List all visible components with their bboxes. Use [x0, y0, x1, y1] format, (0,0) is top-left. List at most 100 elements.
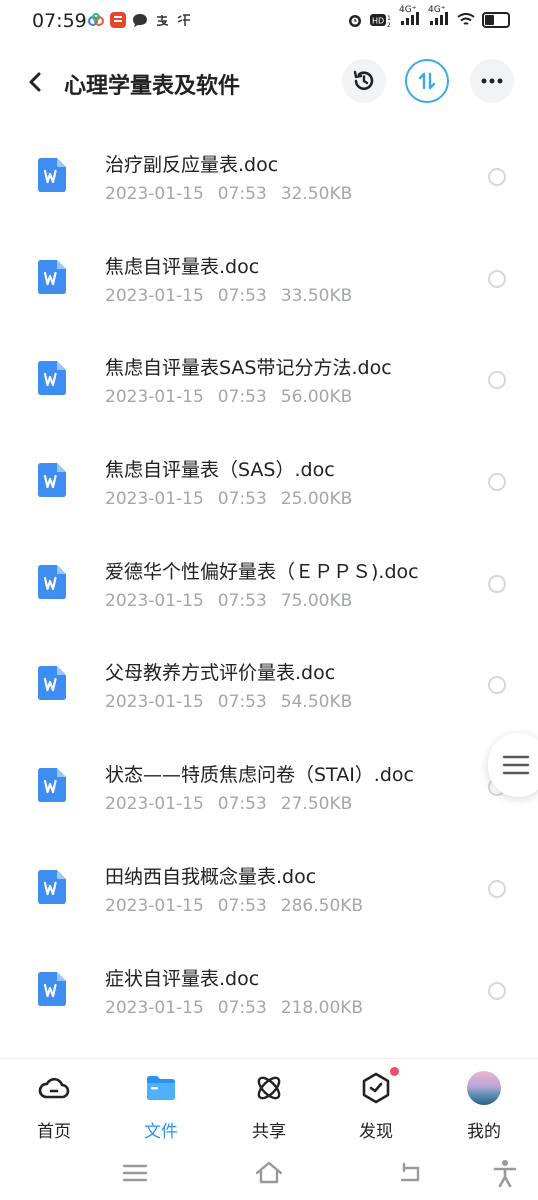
- file-row[interactable]: 焦虑自评量表SAS带记分方法.doc 2023-01-15 07:53 56.00K…: [0, 331, 538, 433]
- back-arrow-icon[interactable]: [22, 68, 50, 96]
- file-meta: 2023-01-15 07:53 33.50KB: [105, 286, 366, 306]
- file-row[interactable]: 焦虑自评量表（SAS）.doc 2023-01-15 07:53 25.00KB: [0, 433, 538, 535]
- word-doc-icon: [38, 463, 66, 498]
- file-row[interactable]: 症状自评量表.doc 2023-01-15 07:53 218.00KB: [0, 942, 538, 1044]
- file-time: 07:53: [217, 387, 267, 408]
- file-meta: 2023-01-15 07:53 54.50KB: [105, 692, 366, 712]
- file-row[interactable]: 状态——特质焦虑问卷（STAI）.doc 2023-01-15 07:53 27.5…: [0, 738, 538, 840]
- file-date: 2023-01-15: [105, 387, 204, 408]
- file-date: 2023-01-15: [105, 489, 204, 510]
- file-name: 爱德华个性偏好量表（ＥＰＰＳ).doc: [105, 560, 419, 583]
- select-radio[interactable]: [488, 269, 506, 288]
- svg-text:2: 2: [387, 22, 391, 28]
- home-icon[interactable]: [254, 1158, 284, 1188]
- sort-button[interactable]: [405, 59, 449, 103]
- status-app-icons: [88, 12, 192, 28]
- file-name: 田纳西自我概念量表.doc: [105, 865, 317, 888]
- select-radio[interactable]: [488, 981, 506, 1000]
- file-time: 07:53: [217, 794, 267, 815]
- tab-share[interactable]: 共享: [229, 1071, 309, 1142]
- word-doc-icon: [38, 666, 66, 701]
- select-radio[interactable]: [488, 574, 506, 593]
- tab-mine[interactable]: 我的: [444, 1071, 524, 1142]
- select-radio[interactable]: [488, 676, 506, 695]
- file-time: 07:53: [217, 895, 267, 916]
- toutiao-icon: [110, 12, 126, 28]
- file-list: 治疗副反应量表.doc 2023-01-15 07:53 32.50KB 焦虑自评量…: [0, 128, 538, 1043]
- page-title: 心理学量表及软件: [64, 74, 241, 99]
- file-size: 25.00KB: [280, 489, 353, 510]
- floating-menu-button[interactable]: [488, 733, 538, 797]
- folder-icon: [147, 1076, 175, 1100]
- file-date: 2023-01-15: [105, 692, 204, 713]
- file-date: 2023-01-15: [105, 895, 204, 916]
- select-radio[interactable]: [488, 371, 506, 390]
- select-radio[interactable]: [488, 879, 506, 898]
- tab-files-label: 文件: [144, 1122, 178, 1142]
- signal-2-text: 4G⁺: [428, 5, 446, 15]
- file-time: 07:53: [217, 692, 267, 713]
- wifi-icon: [457, 12, 475, 25]
- back-icon[interactable]: [396, 1158, 426, 1188]
- word-doc-icon: [38, 361, 66, 396]
- word-doc-icon: [38, 158, 66, 192]
- file-row[interactable]: 父母教养方式评价量表.doc 2023-01-15 07:53 54.50KB: [0, 636, 538, 738]
- menu-icon[interactable]: [120, 1158, 150, 1188]
- word-doc-icon: [38, 768, 66, 803]
- file-date: 2023-01-15: [105, 590, 204, 611]
- baidu-netdisk-icon: [88, 13, 104, 26]
- tab-files[interactable]: 文件: [121, 1071, 201, 1142]
- file-row[interactable]: 爱德华个性偏好量表（ＥＰＰＳ).doc 2023-01-15 07:53 75.00…: [0, 535, 538, 637]
- file-row[interactable]: 田纳西自我概念量表.doc 2023-01-15 07:53 286.50KB: [0, 840, 538, 942]
- file-meta: 2023-01-15 07:53 32.50KB: [105, 184, 366, 204]
- discover-icon: [362, 1072, 390, 1104]
- select-radio[interactable]: [488, 168, 506, 186]
- more-icon: [481, 78, 503, 84]
- status-time: 07:59: [32, 10, 87, 32]
- bottom-tab-bar: 首页 文件 共享 发现 我的: [0, 1058, 538, 1153]
- svg-text:HD: HD: [372, 16, 384, 25]
- battery-icon: [482, 11, 510, 28]
- more-button[interactable]: [470, 59, 514, 103]
- file-date: 2023-01-15: [105, 997, 204, 1018]
- hamburger-menu-icon: [502, 755, 530, 775]
- file-size: 75.00KB: [280, 590, 353, 611]
- file-size: 286.50KB: [280, 895, 364, 916]
- tab-discover[interactable]: 发现: [336, 1067, 416, 1142]
- file-row[interactable]: 治疗副反应量表.doc 2023-01-15 07:53 32.50KB: [0, 128, 538, 230]
- svg-text:1: 1: [387, 15, 391, 22]
- file-size: 32.50KB: [280, 184, 353, 204]
- file-name: 焦虑自评量表（SAS）.doc: [105, 459, 335, 482]
- word-doc-icon: [38, 564, 66, 599]
- file-meta: 2023-01-15 07:53 56.00KB: [105, 387, 366, 407]
- file-size: 54.50KB: [280, 692, 353, 713]
- header: 心理学量表及软件: [0, 50, 538, 116]
- file-row[interactable]: 焦虑自评量表.doc 2023-01-15 07:53 33.50KB: [0, 230, 538, 332]
- file-name: 焦虑自评量表SAS带记分方法.doc: [105, 357, 392, 380]
- file-time: 07:53: [217, 590, 267, 611]
- file-meta: 2023-01-15 07:53 286.50KB: [105, 896, 377, 916]
- file-size: 33.50KB: [280, 285, 353, 306]
- alipay-icon: [156, 15, 169, 26]
- file-meta: 2023-01-15 07:53 218.00KB: [105, 998, 377, 1018]
- signal-1-label: 4G⁺: [399, 5, 421, 28]
- file-name: 焦虑自评量表.doc: [105, 255, 260, 278]
- tab-home[interactable]: 首页: [14, 1071, 94, 1142]
- system-nav-bar: [0, 1152, 538, 1200]
- tab-home-label: 首页: [37, 1122, 71, 1142]
- file-meta: 2023-01-15 07:53 27.50KB: [105, 794, 366, 814]
- signal-2-label: 4G⁺: [428, 5, 450, 28]
- home-cloud-icon: [38, 1077, 70, 1099]
- word-doc-icon: [38, 259, 66, 294]
- status-indicators: HD 1 2 4G⁺ 4G⁺: [347, 5, 510, 28]
- accessibility-icon[interactable]: [490, 1158, 520, 1188]
- select-radio[interactable]: [488, 473, 506, 492]
- file-date: 2023-01-15: [105, 794, 204, 815]
- word-doc-icon: [38, 869, 66, 904]
- alarm-icon: [349, 14, 361, 27]
- history-button[interactable]: [342, 59, 386, 103]
- file-name: 父母教养方式评价量表.doc: [105, 662, 336, 685]
- history-icon: [353, 70, 374, 90]
- file-date: 2023-01-15: [105, 285, 204, 306]
- file-meta: 2023-01-15 07:53 25.00KB: [105, 489, 366, 509]
